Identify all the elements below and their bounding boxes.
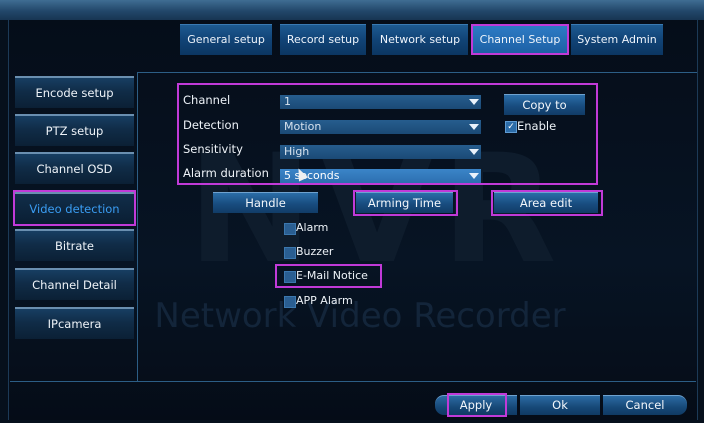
alarm-duration-value: 5 seconds [284,169,340,182]
sidebar-divider [137,73,138,381]
sidebar-item-ptz-setup[interactable]: PTZ setup [15,114,134,146]
alarm-duration-select[interactable]: 5 seconds [280,169,481,183]
channel-label: Channel [183,93,231,107]
alarm-checkbox[interactable] [284,223,296,235]
sidebar-item-video-detection[interactable]: Video detection [13,190,136,226]
copy-to-button[interactable]: Copy to [504,94,585,115]
detection-select[interactable]: Motion [280,120,481,134]
enable-checkbox[interactable]: ✓ [505,121,517,133]
chevron-down-icon [469,99,479,105]
app-alarm-label: APP Alarm [296,294,353,307]
sidebar-item-channel-detail[interactable]: Channel Detail [15,268,134,300]
tab-network-setup[interactable]: Network setup [372,24,468,55]
chevron-down-icon [469,149,479,155]
tab-system-admin[interactable]: System Admin [571,24,663,55]
email-notice-checkbox[interactable] [284,271,296,283]
title-bar [0,0,704,20]
area-edit-button[interactable]: Area edit [494,192,598,213]
app-alarm-checkbox[interactable] [284,296,296,308]
content-top-border [137,72,697,73]
sidebar-item-channel-osd[interactable]: Channel OSD [15,152,134,184]
tab-channel-setup[interactable]: Channel Setup [471,24,569,55]
sensitivity-value: High [284,145,310,158]
sensitivity-select[interactable]: High [280,145,481,159]
channel-select[interactable]: 1 [280,95,481,109]
channel-value: 1 [284,95,291,108]
alarm-duration-label: Alarm duration [183,166,269,180]
sidebar-item-encode-setup[interactable]: Encode setup [15,76,134,108]
tab-general-setup[interactable]: General setup [180,24,272,55]
apply-button[interactable]: Apply [435,395,517,415]
sidebar-item-ipcamera[interactable]: IPcamera [15,307,134,339]
chevron-down-icon [469,173,479,179]
handle-button[interactable]: Handle [213,192,318,213]
alarm-label: Alarm [296,221,329,234]
sidebar-item-bitrate[interactable]: Bitrate [15,229,134,261]
detection-label: Detection [183,118,239,132]
footer-divider [10,381,696,382]
buzzer-checkbox[interactable] [284,247,296,259]
buzzer-label: Buzzer [296,245,334,258]
ok-button[interactable]: Ok [520,395,600,415]
email-notice-label: E-Mail Notice [296,269,368,282]
cancel-button[interactable]: Cancel [603,395,687,415]
arming-time-button[interactable]: Arming Time [356,192,453,213]
detection-value: Motion [284,120,322,133]
enable-label: Enable [517,119,557,133]
chevron-down-icon [469,124,479,130]
sensitivity-label: Sensitivity [183,142,243,156]
tab-record-setup[interactable]: Record setup [280,24,366,55]
